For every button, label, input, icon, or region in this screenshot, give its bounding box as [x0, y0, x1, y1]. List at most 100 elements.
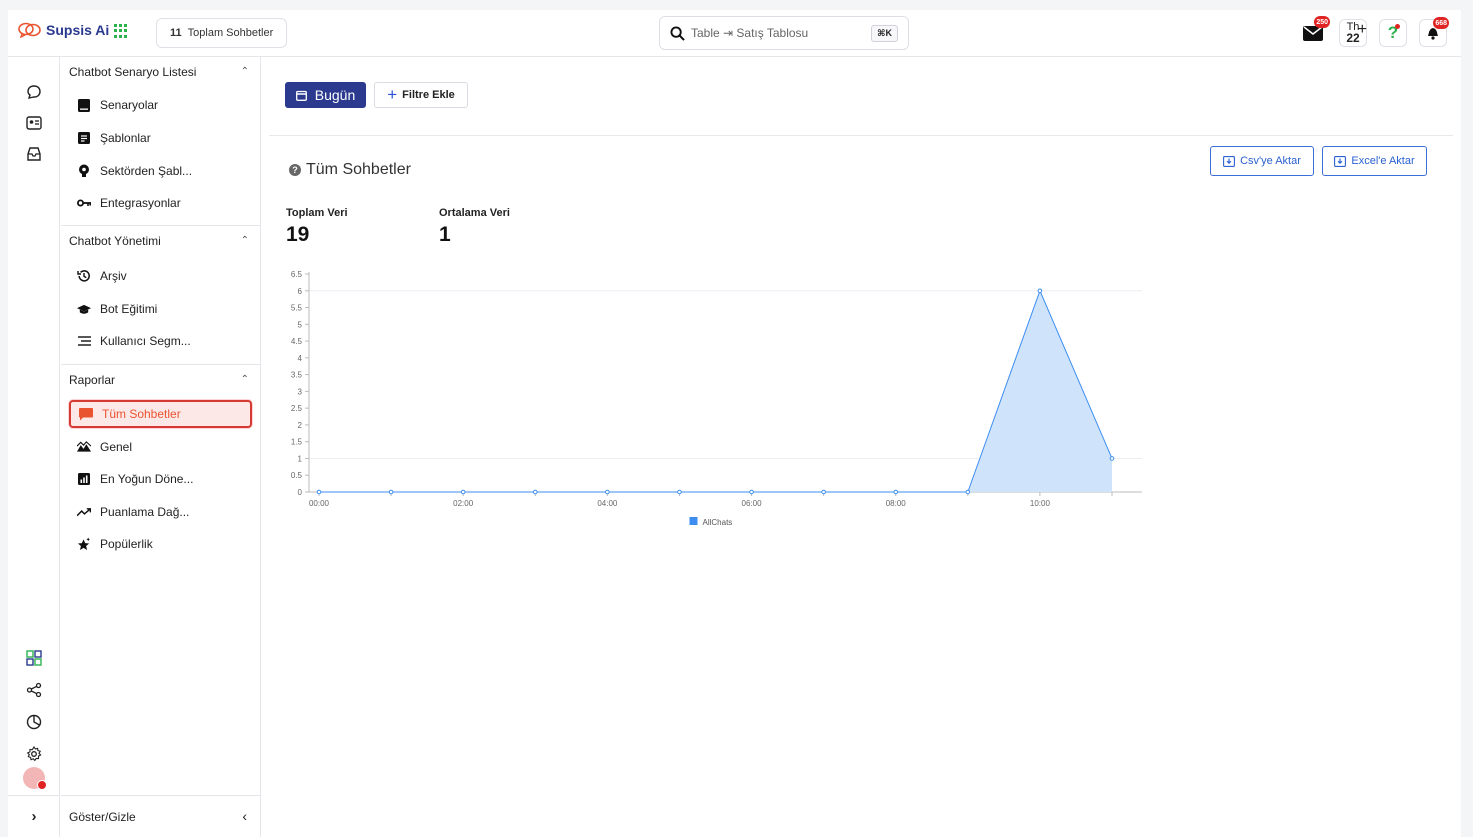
y-tick-label: 2.5	[291, 404, 303, 413]
stat-average: Ortalama Veri 1	[439, 207, 510, 247]
help-dot-icon	[1395, 24, 1400, 29]
y-tick-label: 1.5	[291, 438, 303, 447]
section-header-reports[interactable]: Raporlar ⌃	[61, 365, 261, 395]
inbox-rail-icon[interactable]	[25, 145, 43, 163]
sidebar-item-label: Puanlama Dağ...	[100, 505, 190, 519]
all-chats-area-chart: 0 0.5 1 1.5 2 2.5 3 3.5 4 4.5 5 5.5 6 6.5 00:00 02:00 04…	[291, 270, 1142, 527]
sidebar-item-tum-sohbetler[interactable]: Tüm Sohbetler	[69, 400, 252, 428]
data-point	[749, 489, 754, 495]
y-tick-label: 4	[298, 354, 303, 363]
page-tag-count: 11	[170, 27, 182, 39]
expand-rail-button[interactable]: ›	[8, 795, 60, 837]
top-bar: Supsis Ai 11 Toplam Sohbetler ⌘K 250 Th …	[8, 10, 1461, 57]
x-tick-label: 00:00	[309, 499, 330, 508]
chevron-left-icon: ‹	[242, 808, 247, 824]
calendar-plus-icon: +	[1357, 21, 1367, 38]
sidebar-item-kullanici-segmentleri[interactable]: Kullanıcı Segm...	[69, 327, 252, 355]
sidebar-item-entegrasyonlar[interactable]: Entegrasyonlar	[69, 189, 252, 217]
dashboard-grid-rail-icon[interactable]	[25, 649, 43, 667]
sidebar-item-label: Arşiv	[100, 269, 127, 283]
y-tick-label: 1	[298, 454, 303, 463]
pie-chart-rail-icon[interactable]	[25, 713, 43, 731]
sidebar-item-bot-egitimi[interactable]: Bot Eğitimi	[69, 295, 252, 323]
search-shortcut: ⌘K	[871, 25, 898, 42]
search-icon	[670, 25, 685, 41]
graduation-cap-icon	[77, 302, 91, 316]
settings-gear-rail-icon[interactable]	[25, 745, 43, 763]
data-point	[821, 489, 826, 495]
chat-rail-icon[interactable]	[25, 83, 43, 101]
share-rail-icon[interactable]	[25, 681, 43, 699]
sidebar-item-label: Popülerlik	[100, 537, 153, 551]
toggle-sidebar-label: Göster/Gizle	[69, 809, 136, 824]
data-point	[316, 489, 322, 495]
legend-label-allchats: AllChats	[703, 518, 733, 527]
download-icon	[1334, 155, 1347, 167]
legend-swatch-allchats	[689, 517, 698, 525]
contact-card-rail-icon[interactable]	[25, 114, 43, 132]
book-icon	[77, 98, 91, 112]
section-header-chatbot-scenarios[interactable]: Chatbot Senaryo Listesi ⌃	[61, 57, 261, 87]
sidebar-item-populerlik[interactable]: Popülerlik	[69, 530, 252, 558]
y-tick-label: 0	[298, 488, 303, 497]
toggle-sidebar-footer[interactable]: Göster/Gizle ‹	[61, 795, 261, 837]
sidebar-item-puanlama-dagilimi[interactable]: Puanlama Dağ...	[69, 498, 252, 526]
toolbar-divider	[269, 135, 1453, 136]
series-area-allchats	[319, 290, 1112, 492]
sidebar-item-label: Bot Eğitimi	[100, 302, 158, 316]
main-content: Bugün + Filtre Ekle ? Tüm Sohbetler Csv'…	[262, 57, 1461, 837]
search-input[interactable]	[691, 26, 861, 40]
data-point	[460, 489, 466, 495]
report-title-text: Tüm Sohbetler	[306, 161, 411, 178]
key-icon	[77, 196, 91, 210]
icon-rail: ›	[8, 57, 60, 837]
mail-badge: 250	[1314, 16, 1330, 28]
x-tick-label: 02:00	[453, 499, 474, 508]
mail-button[interactable]: 250	[1299, 16, 1330, 47]
page-tag[interactable]: 11 Toplam Sohbetler	[156, 18, 288, 48]
help-button[interactable]: ?	[1379, 19, 1407, 47]
app-name: Supsis Ai	[46, 22, 110, 38]
logo[interactable]: Supsis Ai	[18, 22, 109, 38]
x-tick-label: 08:00	[886, 499, 907, 508]
sidebar-item-sektorden-sablonlar[interactable]: Sektörden Şabl...	[69, 157, 252, 185]
info-question-icon[interactable]: ?	[289, 164, 301, 176]
chevron-up-icon: ⌃	[240, 66, 249, 77]
data-point	[965, 489, 971, 495]
notification-badge: 668	[1433, 17, 1449, 29]
mountain-chart-icon	[77, 440, 91, 454]
search-box[interactable]: ⌘K	[659, 16, 909, 50]
chat-bubble-icon	[79, 407, 93, 421]
report-title: ? Tüm Sohbetler	[289, 161, 411, 179]
user-avatar[interactable]	[23, 767, 47, 790]
chevron-up-icon: ⌃	[240, 235, 249, 246]
calendar-button[interactable]: Th 22 +	[1339, 19, 1367, 47]
data-point	[1037, 288, 1043, 294]
sidebar-item-en-yogun-donemler[interactable]: En Yoğun Döne...	[69, 465, 252, 493]
app-window: Supsis Ai 11 Toplam Sohbetler ⌘K 250 Th …	[8, 10, 1461, 837]
secondary-sidebar: Chatbot Senaryo Listesi ⌃ Senaryolar Şab…	[61, 57, 261, 837]
section-header-chatbot-management[interactable]: Chatbot Yönetimi ⌃	[61, 226, 261, 256]
y-tick-label: 4.5	[291, 337, 303, 346]
apps-grid-icon[interactable]	[114, 24, 128, 38]
data-point	[893, 489, 899, 495]
add-filter-button[interactable]: + Filtre Ekle	[374, 82, 468, 108]
y-tick-label: 3.5	[291, 371, 303, 380]
notifications-button[interactable]: 668	[1419, 17, 1449, 47]
y-tick-label: 0.5	[291, 471, 303, 480]
sidebar-item-arsiv[interactable]: Arşiv	[69, 262, 252, 290]
sidebar-item-label: Şablonlar	[100, 131, 151, 145]
export-excel-button[interactable]: Excel'e Aktar	[1322, 146, 1427, 176]
x-tick-label: 10:00	[1030, 499, 1051, 508]
chevron-right-icon: ›	[31, 808, 37, 825]
sidebar-item-genel[interactable]: Genel	[69, 433, 252, 461]
sidebar-item-sablonlar[interactable]: Şablonlar	[69, 124, 252, 152]
plus-icon: +	[387, 85, 398, 104]
page-tag-label: Toplam Sohbetler	[187, 27, 274, 39]
stars-icon	[77, 537, 91, 551]
export-csv-button[interactable]: Csv'ye Aktar	[1210, 146, 1314, 176]
today-button[interactable]: Bugün	[285, 82, 366, 108]
sidebar-item-senaryolar[interactable]: Senaryolar	[69, 91, 252, 119]
segment-lines-icon	[77, 334, 91, 348]
y-tick-label: 5	[298, 320, 303, 329]
